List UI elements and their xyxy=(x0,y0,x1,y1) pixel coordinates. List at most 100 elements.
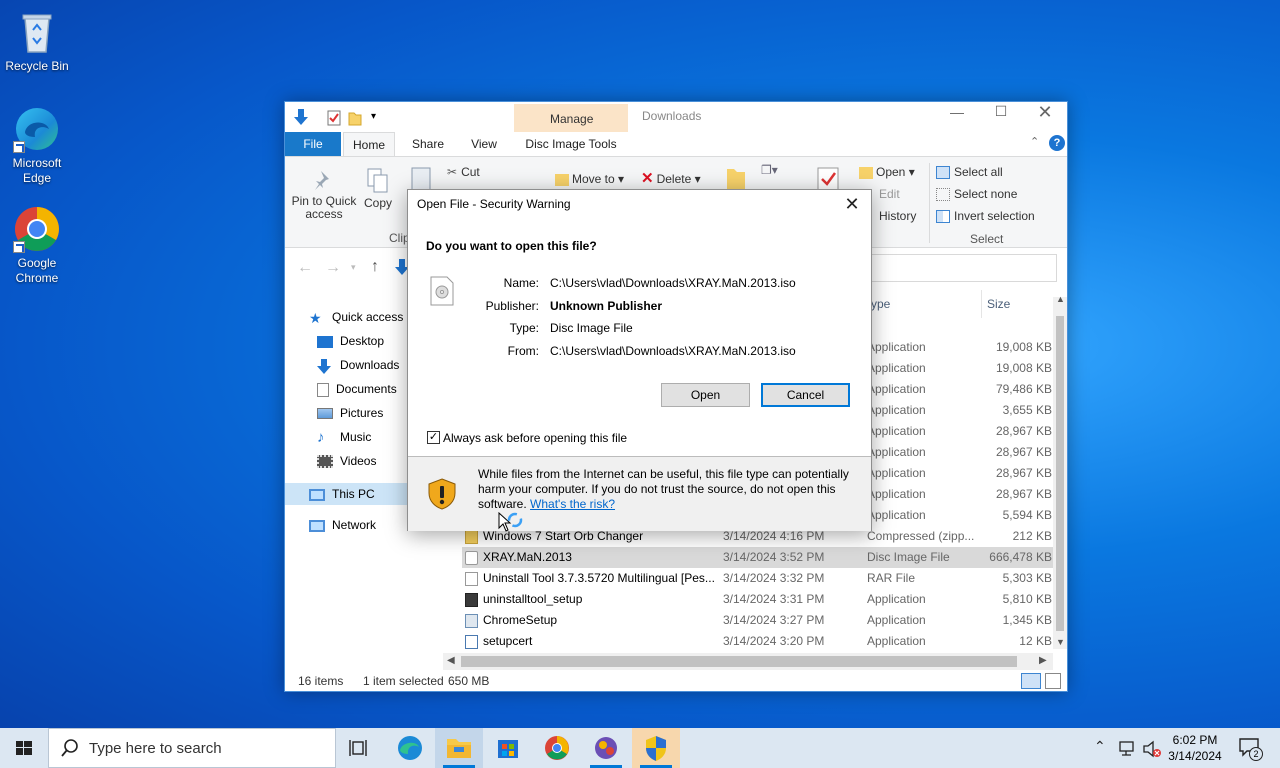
customize-toolbar-dropdown-icon[interactable]: ▾ xyxy=(371,111,376,122)
file-type: Application xyxy=(867,613,926,627)
taskbar-chrome[interactable] xyxy=(533,728,581,768)
nav-label: Downloads xyxy=(340,358,400,372)
table-row[interactable]: uninstalltool_setup 3/14/2024 3:31 PM Ap… xyxy=(462,589,1054,610)
scroll-up-icon[interactable]: ▲ xyxy=(1056,294,1065,304)
column-header-type[interactable]: ype xyxy=(871,297,890,311)
installer-icon xyxy=(465,593,478,607)
select-all-button[interactable]: Select all xyxy=(936,165,1003,180)
copy-label: Copy xyxy=(363,196,392,210)
ribbon-divider xyxy=(929,163,930,243)
file-type: Application xyxy=(867,403,926,417)
type-label: Type: xyxy=(509,321,539,335)
task-view-button[interactable] xyxy=(336,728,384,768)
cancel-button[interactable]: Cancel xyxy=(761,383,850,407)
quick-access-down-arrow-icon[interactable] xyxy=(293,108,309,129)
move-to-button[interactable]: Move to ▾ xyxy=(555,172,624,186)
scroll-down-icon[interactable]: ▼ xyxy=(1056,637,1065,647)
tab-home[interactable]: Home xyxy=(343,132,395,156)
delete-button[interactable]: ✕ Delete ▾ xyxy=(641,171,701,186)
recent-locations-icon[interactable]: ▾ xyxy=(351,262,356,273)
nav-network[interactable]: Network xyxy=(309,514,376,536)
table-row[interactable]: ChromeSetup 3/14/2024 3:27 PM Applicatio… xyxy=(462,610,1054,631)
taskbar-edge[interactable] xyxy=(386,728,434,768)
taskbar-file-explorer[interactable] xyxy=(435,728,483,768)
cut-button[interactable]: ✂ Cut xyxy=(447,165,480,179)
whats-the-risk-link[interactable]: What's the risk? xyxy=(530,497,615,511)
help-icon[interactable]: ? xyxy=(1049,135,1065,151)
tab-share[interactable]: Share xyxy=(403,132,453,156)
back-arrow-icon[interactable]: ← xyxy=(297,259,313,277)
nav-music[interactable]: ♪ Music xyxy=(317,426,371,448)
tab-file[interactable]: File xyxy=(285,132,341,156)
scissors-icon: ✂ xyxy=(447,165,458,179)
table-row[interactable]: Uninstall Tool 3.7.3.5720 Multilingual [… xyxy=(462,568,1054,589)
always-ask-checkbox[interactable]: ✓ xyxy=(427,431,440,444)
invert-selection-button[interactable]: Invert selection xyxy=(936,209,1035,224)
up-arrow-icon[interactable]: ↑ xyxy=(371,258,379,276)
maximize-button[interactable]: ☐ xyxy=(979,103,1023,120)
history-button[interactable]: History xyxy=(879,209,916,223)
properties-icon[interactable] xyxy=(327,110,341,129)
details-view-icon[interactable] xyxy=(1021,673,1041,689)
file-type: RAR File xyxy=(867,571,916,585)
file-size: 12 KB xyxy=(1019,634,1052,648)
select-none-button[interactable]: Select none xyxy=(936,187,1018,202)
horizontal-scroll-thumb[interactable] xyxy=(461,656,1017,667)
vertical-scroll-thumb[interactable] xyxy=(1056,316,1064,631)
tab-disc-image-tools[interactable]: Disc Image Tools xyxy=(514,132,628,156)
scroll-right-icon[interactable]: ▶ xyxy=(1039,655,1047,666)
dialog-close-button[interactable]: ✕ xyxy=(833,190,871,219)
taskbar-store[interactable] xyxy=(484,728,532,768)
desktop-icon-recycle-bin[interactable]: Recycle Bin xyxy=(0,8,74,74)
close-window-button[interactable]: ✕ xyxy=(1023,102,1067,123)
edge-taskbar-icon xyxy=(398,736,422,760)
start-button[interactable] xyxy=(0,728,48,768)
store-icon xyxy=(498,740,518,758)
nav-this-pc[interactable]: This PC xyxy=(309,483,375,505)
cut-label: Cut xyxy=(461,165,480,179)
volume-muted-icon[interactable] xyxy=(1142,740,1162,761)
nav-documents[interactable]: Documents xyxy=(317,378,397,400)
copy-button[interactable]: Copy xyxy=(361,167,395,210)
desktop-icon-edge[interactable]: Microsoft Edge xyxy=(0,105,74,186)
minimize-button[interactable]: — xyxy=(935,104,979,120)
nav-videos[interactable]: Videos xyxy=(317,450,376,472)
uac-shield-icon xyxy=(646,736,666,761)
system-clock[interactable]: 6:02 PM 3/14/2024 xyxy=(1162,732,1228,764)
show-hidden-icons-chevron-icon[interactable]: ⌃ xyxy=(1094,738,1106,755)
collapse-ribbon-icon[interactable]: ⌃ xyxy=(1030,135,1039,148)
nav-desktop[interactable]: Desktop xyxy=(317,330,384,352)
nav-downloads[interactable]: Downloads xyxy=(317,354,399,376)
search-box[interactable] xyxy=(845,254,1057,282)
large-icons-view-icon[interactable] xyxy=(1045,673,1061,689)
nav-pictures[interactable]: Pictures xyxy=(317,402,383,424)
network-status-icon[interactable] xyxy=(1118,740,1138,761)
open-button[interactable]: Open xyxy=(661,383,750,407)
forward-arrow-icon[interactable]: → xyxy=(325,259,341,277)
history-label: History xyxy=(879,209,917,223)
new-item-icon[interactable]: ❐▾ xyxy=(761,163,778,177)
file-type: Application xyxy=(867,445,926,459)
edit-button[interactable]: Edit xyxy=(879,187,900,201)
file-size: 5,810 KB xyxy=(1002,592,1052,606)
zip-folder-icon xyxy=(465,530,478,544)
table-row[interactable]: setupcert 3/14/2024 3:20 PM Application … xyxy=(462,631,1054,652)
desktop-icon-chrome[interactable]: Google Chrome xyxy=(0,205,74,286)
taskbar-security-warning[interactable] xyxy=(632,728,680,768)
table-row[interactable]: XRAY.MaN.2013 3/14/2024 3:52 PM Disc Ima… xyxy=(462,547,1054,568)
select-none-label: Select none xyxy=(954,187,1018,201)
taskbar-search-box[interactable]: Type here to search xyxy=(48,728,336,768)
action-center-button[interactable]: 2 xyxy=(1232,734,1268,762)
nav-quick-access[interactable]: ★ Quick access xyxy=(309,306,403,328)
open-button[interactable]: Open ▾ xyxy=(859,165,915,179)
file-size: 19,008 KB xyxy=(995,340,1052,354)
chrome-icon xyxy=(13,205,61,253)
scroll-left-icon[interactable]: ◀ xyxy=(447,655,455,666)
column-header-size[interactable]: Size xyxy=(987,297,1010,311)
setup-icon xyxy=(465,614,478,628)
new-folder-icon[interactable] xyxy=(348,110,362,129)
pin-to-quick-access-button[interactable]: Pin to Quick access xyxy=(291,169,357,221)
tab-view[interactable]: View xyxy=(459,132,509,156)
taskbar-orb-changer[interactable] xyxy=(582,728,630,768)
name-label: Name: xyxy=(503,276,539,290)
